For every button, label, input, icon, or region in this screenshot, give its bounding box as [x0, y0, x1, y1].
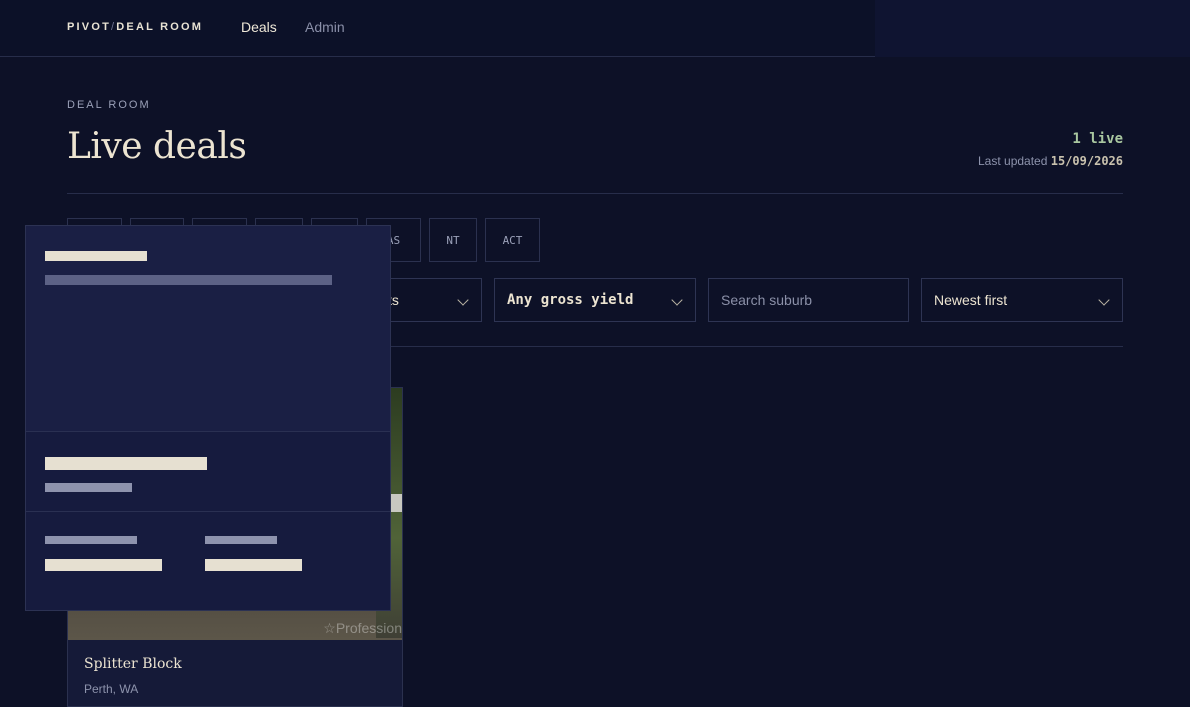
search-suburb-input[interactable]	[708, 278, 909, 322]
nav-deals-link[interactable]: Deals	[241, 19, 277, 35]
sort-value: Newest first	[934, 292, 1008, 308]
skeleton-line	[205, 559, 302, 571]
gross-yield-select[interactable]: Any gross yield	[494, 278, 696, 322]
skeleton-header	[26, 226, 390, 431]
state-chip-act[interactable]: ACT	[485, 218, 540, 262]
loading-skeleton-card	[25, 225, 391, 611]
divider	[67, 193, 1123, 194]
photo-watermark: ☆Profession	[323, 620, 402, 637]
page-eyebrow: DEAL ROOM	[67, 99, 151, 111]
chevron-down-icon	[671, 294, 683, 306]
last-updated-date: 15/09/2026	[1050, 154, 1123, 168]
nav-admin-link[interactable]: Admin	[305, 19, 345, 35]
chevron-down-icon	[457, 294, 469, 306]
chevron-down-icon	[1098, 294, 1110, 306]
gross-yield-value: Any gross yield	[507, 292, 634, 308]
brand-right: DEAL ROOM	[116, 21, 204, 33]
state-chip-nt[interactable]: NT	[429, 218, 477, 262]
brand-logo[interactable]: PIVOT/DEAL ROOM	[67, 21, 203, 33]
deal-location: Perth, WA	[84, 682, 139, 696]
skeleton-line	[45, 483, 132, 492]
skeleton-title-block	[26, 431, 390, 511]
page-title: Live deals	[67, 126, 247, 167]
watermark-text: Profession	[335, 620, 402, 636]
brand-left: PIVOT	[67, 21, 112, 33]
last-updated: Last updated 15/09/2026	[978, 154, 1123, 168]
last-updated-label: Last updated	[978, 154, 1048, 168]
skeleton-line	[45, 251, 147, 261]
topbar-right-panel	[875, 0, 1190, 57]
sort-select[interactable]: Newest first	[921, 278, 1123, 322]
skeleton-line	[45, 559, 162, 571]
skeleton-line	[45, 457, 207, 470]
skeleton-stats-block	[26, 511, 390, 610]
live-count: 1 live	[1072, 131, 1123, 147]
deal-title: Splitter Block	[84, 656, 182, 672]
skeleton-line	[45, 275, 332, 285]
skeleton-line	[45, 536, 137, 544]
skeleton-line	[205, 536, 277, 544]
top-nav: PIVOT/DEAL ROOM Deals Admin	[0, 0, 875, 57]
star-icon: ☆	[323, 620, 336, 636]
